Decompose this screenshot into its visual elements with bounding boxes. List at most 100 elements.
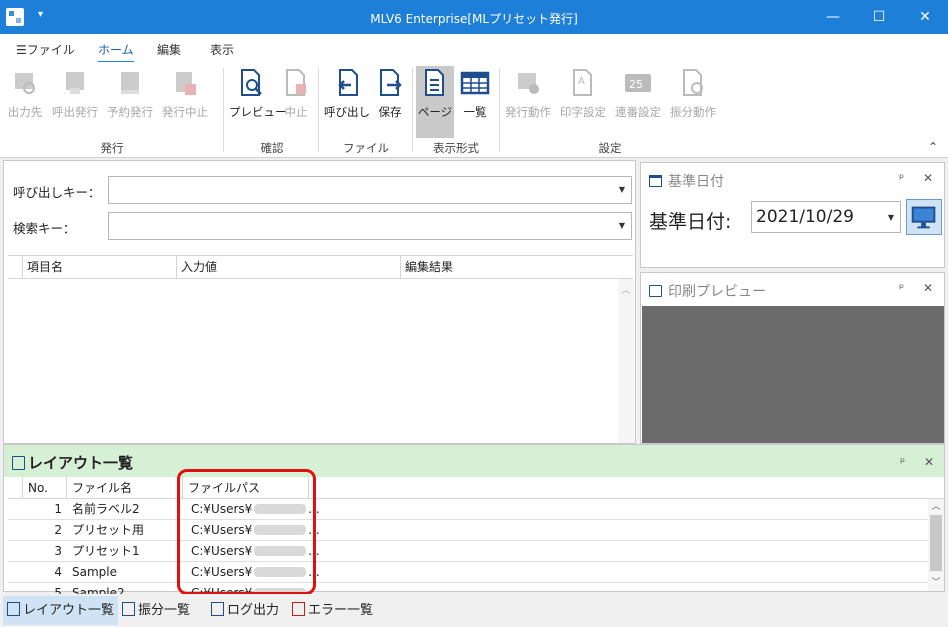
ribbon-separator <box>499 68 500 152</box>
group-file-label: ファイル <box>343 141 389 155</box>
preview-search-icon <box>649 285 662 297</box>
item-grid-header: 項目名 入力値 編集結果 <box>8 255 633 279</box>
save-label: 保存 <box>378 105 402 119</box>
print-settings-icon: A <box>573 69 592 96</box>
table-row[interactable]: 3 プリセット1 C:¥Users¥... <box>8 541 928 562</box>
print-preview-panel: 印刷プレビュー ᵖ ✕ <box>640 272 945 444</box>
recall-key-label: 呼び出しキー： <box>13 185 101 200</box>
log-icon <box>211 602 224 616</box>
ribbon-separator <box>318 68 319 152</box>
svg-text:25: 25 <box>629 78 643 91</box>
tab-home[interactable]: ホーム <box>98 41 134 63</box>
collapse-ribbon-icon[interactable]: ⌃ <box>928 140 938 154</box>
row-file-name: 名前ラベル2 <box>72 502 140 516</box>
serial-settings-button[interactable]: 25 連番設定 <box>613 68 663 124</box>
layout-list-panel: レイアウト一覧 ᵖ ✕ No. ファイル名 ファイルパス 1 名前ラベル2 C:¥U… <box>3 444 945 604</box>
stop-issue-label: 発行中止 <box>162 105 208 119</box>
dist-action-icon <box>683 69 703 96</box>
row-no: 1 <box>54 502 62 516</box>
recall-issue-button[interactable]: 呼出発行 <box>50 68 100 124</box>
scroll-down-icon[interactable]: ﹀ <box>928 575 944 588</box>
tab-file[interactable]: ☰ファイル <box>16 41 75 58</box>
stop-issue-button[interactable]: 発行中止 <box>160 68 210 124</box>
layout-panel-close-icon[interactable]: ✕ <box>924 455 934 469</box>
recall-issue-label: 呼出発行 <box>52 105 98 119</box>
table-row[interactable]: 4 Sample C:¥Users¥... <box>8 562 928 583</box>
row-file-name: プリセット用 <box>72 523 145 537</box>
layout-scrollbar[interactable]: ︿ ﹀ <box>928 499 944 591</box>
date-value: 2021/10/29 <box>756 207 854 227</box>
row-no: 4 <box>54 565 62 579</box>
date-picker[interactable]: 2021/10/29 ▼ <box>751 201 901 233</box>
pin-icon[interactable]: ᵖ <box>899 171 904 185</box>
group-settings-label: 設定 <box>598 141 622 155</box>
save-file-icon <box>380 69 402 96</box>
row-file-name: プリセット1 <box>72 544 140 558</box>
table-row[interactable]: 2 プリセット用 C:¥Users¥... <box>8 520 928 541</box>
ribbon-separator <box>223 68 224 152</box>
column-no[interactable]: No. <box>22 477 66 499</box>
chevron-down-icon[interactable]: ▼ <box>619 185 625 194</box>
minimize-button[interactable]: — <box>810 0 856 34</box>
date-panel-title: 基準日付 <box>649 171 724 191</box>
tab-log-output-label: ログ出力 <box>227 603 280 618</box>
reserve-issue-label: 予約発行 <box>107 105 153 119</box>
column-item-name[interactable]: 項目名 <box>22 256 176 278</box>
issue-action-label: 発行動作 <box>505 105 551 119</box>
window-title: MLV6 Enterprise[MLプリセット発行] <box>370 12 578 26</box>
preview-button[interactable]: プレビュー <box>229 68 287 124</box>
column-edit-result[interactable]: 編集結果 <box>400 256 620 278</box>
monitor-button[interactable] <box>906 199 942 235</box>
scroll-up-icon[interactable]: ︿ <box>618 283 634 296</box>
input-panel: 呼び出しキー： ▼ 検索キー： ▼ 項目名 入力値 編集結果 ︿ <box>3 160 636 444</box>
tab-dist-list[interactable]: 振分一覧 <box>118 596 194 625</box>
close-button[interactable]: ✕ <box>902 0 948 34</box>
grid-scrollbar[interactable]: ︿ <box>618 279 634 443</box>
date-panel-close-icon[interactable]: ✕ <box>923 171 933 185</box>
chevron-down-icon[interactable]: ▼ <box>619 221 625 230</box>
list-view-button[interactable]: 一覧 <box>458 68 492 124</box>
tab-log-output[interactable]: ログ出力 <box>207 596 283 625</box>
preview-panel-title-text: 印刷プレビュー <box>668 284 766 300</box>
tab-error-list[interactable]: エラー一覧 <box>288 596 377 625</box>
stop-button[interactable]: 中止 <box>280 68 312 124</box>
scroll-thumb[interactable] <box>930 515 942 571</box>
pin-icon[interactable]: ᵖ <box>899 281 904 295</box>
recall-label: 呼び出し <box>324 105 370 119</box>
tab-layout-list[interactable]: レイアウト一覧 <box>3 596 119 625</box>
date-panel-title-text: 基準日付 <box>668 174 724 190</box>
pin-icon[interactable]: ᵖ <box>900 455 905 469</box>
group-issue-label: 発行 <box>100 141 124 155</box>
reserve-print-icon <box>121 72 139 94</box>
table-row[interactable]: 1 名前ラベル2 C:¥Users¥... <box>8 499 928 520</box>
maximize-button[interactable]: ☐ <box>856 0 902 34</box>
issue-action-button[interactable]: 発行動作 <box>503 68 553 124</box>
output-button[interactable]: 出力先 <box>6 68 44 124</box>
row-no: 3 <box>54 544 62 558</box>
chevron-down-icon[interactable]: ▼ <box>888 213 894 222</box>
tab-file-label: ファイル <box>26 43 75 57</box>
recall-file-icon <box>338 69 358 96</box>
column-file-name[interactable]: ファイル名 <box>66 477 182 499</box>
stop-print-icon <box>176 72 196 95</box>
table-icon <box>460 71 490 95</box>
recall-button[interactable]: 呼び出し <box>324 68 370 124</box>
preview-panel-close-icon[interactable]: ✕ <box>923 281 933 295</box>
row-file-name: Sample <box>72 565 117 579</box>
preview-icon <box>241 69 262 96</box>
preview-label: プレビュー <box>229 105 287 119</box>
calendar-icon <box>649 175 662 187</box>
group-confirm-label: 確認 <box>260 141 284 155</box>
scroll-up-icon[interactable]: ︿ <box>928 499 944 512</box>
column-input-value[interactable]: 入力値 <box>176 256 400 278</box>
tab-edit[interactable]: 編集 <box>157 41 181 58</box>
error-icon <box>292 602 305 616</box>
save-button[interactable]: 保存 <box>374 68 406 124</box>
print-settings-button[interactable]: A 印字設定 <box>558 68 608 124</box>
dist-action-button[interactable]: 振分動作 <box>668 68 718 124</box>
recall-key-combo[interactable]: ▼ <box>108 176 632 204</box>
reserve-issue-button[interactable]: 予約発行 <box>105 68 155 124</box>
search-key-combo[interactable]: ▼ <box>108 212 632 240</box>
page-view-button[interactable]: ページ <box>416 66 454 138</box>
tab-view[interactable]: 表示 <box>210 41 234 58</box>
